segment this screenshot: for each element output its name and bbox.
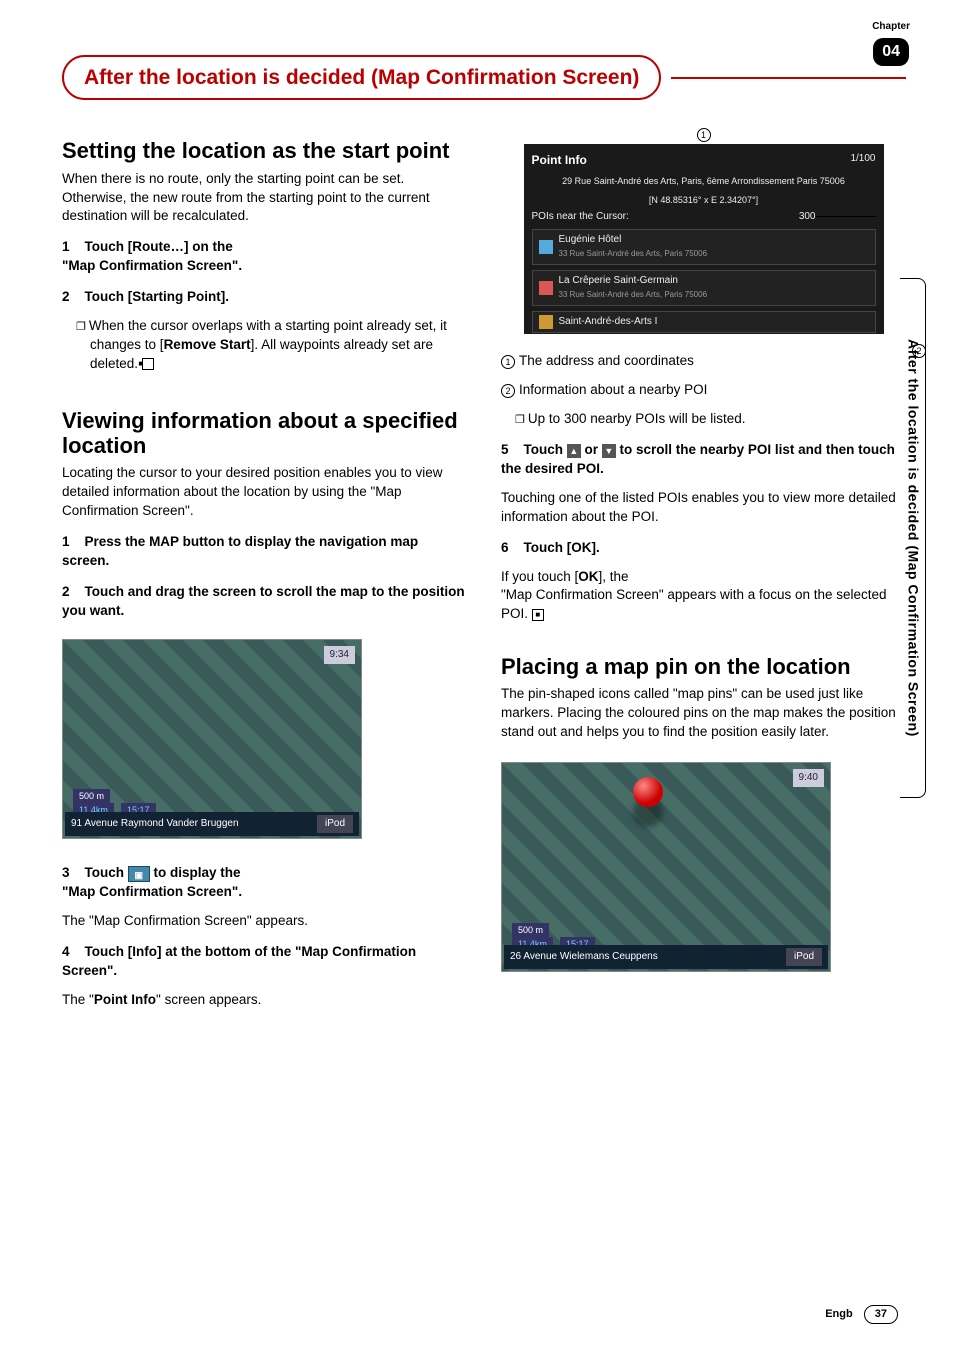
legend-2: 2Information about a nearby POI bbox=[501, 381, 906, 400]
ipod-button[interactable]: iPod bbox=[317, 815, 353, 833]
point-info-coords: [N 48.85316° x E 2.34207°] bbox=[532, 194, 876, 207]
step-5-scroll-poi: 5 Touch ▲ or ▼ to scroll the nearby POI … bbox=[501, 441, 906, 479]
start-point-intro: When there is no route, only the startin… bbox=[62, 170, 467, 227]
point-info-title: Point Info bbox=[532, 152, 587, 169]
poi-radius: 300 bbox=[799, 211, 816, 222]
heading-viewing-info: Viewing information about a specified lo… bbox=[62, 408, 467, 459]
poi-icon bbox=[539, 315, 553, 329]
scroll-down-icon[interactable]: ▼ bbox=[602, 444, 616, 458]
chapter-block: Chapter 04 bbox=[872, 20, 910, 66]
map2-address-bar: 26 Avenue Wielemans Ceuppens iPod bbox=[504, 945, 828, 969]
side-tab-text: After the location is decided (Map Confi… bbox=[903, 339, 923, 737]
heading-map-pin: Placing a map pin on the location bbox=[501, 654, 906, 679]
point-info-address: 29 Rue Saint-André des Arts, Paris, 6ème… bbox=[532, 175, 876, 188]
footer: Engb 37 bbox=[825, 1305, 898, 1324]
page-title-row: After the location is decided (Map Confi… bbox=[62, 55, 906, 100]
ipod-button-2[interactable]: iPod bbox=[786, 948, 822, 966]
step-1-route: 1 Touch [Route…] on the "Map Confirmatio… bbox=[62, 238, 467, 276]
map-address: 91 Avenue Raymond Vander Bruggen bbox=[71, 817, 239, 831]
map-clock: 9:34 bbox=[324, 646, 355, 664]
step-2-starting-point: 2 Touch [Starting Point]. bbox=[62, 288, 467, 307]
page-title: After the location is decided (Map Confi… bbox=[62, 55, 661, 100]
restaurant-icon bbox=[539, 281, 553, 295]
step-5-note: Touching one of the listed POIs enables … bbox=[501, 489, 906, 527]
map-scale: 500 m bbox=[73, 789, 110, 804]
step-3-result: The "Map Confirmation Screen" appears. bbox=[62, 912, 467, 931]
step-2-drag-map: 2 Touch and drag the screen to scroll th… bbox=[62, 583, 467, 621]
figure-point-info: 1 Point Info 1/100 29 Rue Saint-André de… bbox=[501, 144, 906, 334]
hotel-icon bbox=[539, 240, 553, 254]
step-6-touch-ok: 6 Touch [OK]. bbox=[501, 539, 906, 558]
left-column: Setting the location as the start point … bbox=[62, 130, 467, 1019]
figure-map-scroll: 9:34 500 m 11.4km 15:17 91 Avenue Raymon… bbox=[62, 639, 362, 839]
callout-1-icon: 1 bbox=[697, 128, 711, 142]
right-column: 1 Point Info 1/100 29 Rue Saint-André de… bbox=[501, 130, 906, 1019]
step-6-note: If you touch [OK], the "Map Confirmation… bbox=[501, 568, 906, 625]
step-4-result: The "Point Info" screen appears. bbox=[62, 991, 467, 1010]
viewing-info-intro: Locating the cursor to your desired posi… bbox=[62, 464, 467, 521]
map2-scale: 500 m bbox=[512, 923, 549, 938]
legend-note: Up to 300 nearby POIs will be listed. bbox=[529, 410, 906, 429]
footer-lang: Engb bbox=[825, 1308, 853, 1320]
poi-row-1[interactable]: Eugénie Hôtel33 Rue Saint-André des Arts… bbox=[532, 229, 876, 265]
step-2-note: When the cursor overlaps with a starting… bbox=[90, 317, 467, 374]
map2-address: 26 Avenue Wielemans Ceuppens bbox=[510, 950, 658, 964]
poi-row-3[interactable]: Saint-André-des-Arts I bbox=[532, 311, 876, 333]
scroll-up-icon[interactable]: ▲ bbox=[567, 444, 581, 458]
step-1-press-map: 1 Press the MAP button to display the na… bbox=[62, 533, 467, 571]
heading-start-point: Setting the location as the start point bbox=[62, 138, 467, 163]
poi-row-2[interactable]: La Crêperie Saint-Germain33 Rue Saint-An… bbox=[532, 270, 876, 306]
step-4-touch-info: 4 Touch [Info] at the bottom of the "Map… bbox=[62, 943, 467, 981]
map2-clock: 9:40 bbox=[793, 769, 824, 787]
page-number: 37 bbox=[864, 1305, 898, 1324]
legend-1: 1The address and coordinates bbox=[501, 352, 906, 371]
map-pin-icon bbox=[633, 777, 663, 807]
end-mark-icon: ■ bbox=[532, 609, 544, 621]
chapter-label: Chapter bbox=[872, 20, 910, 34]
point-info-count: 1/100 bbox=[850, 152, 875, 169]
step-3-touch-icon: 3 Touch ▣ to display the "Map Confirmati… bbox=[62, 864, 467, 902]
title-rule bbox=[671, 77, 906, 79]
map-address-bar: 91 Avenue Raymond Vander Bruggen iPod bbox=[65, 812, 359, 836]
end-mark-icon: ■ bbox=[142, 358, 154, 370]
poi-near-label: POIs near the Cursor: bbox=[532, 210, 629, 224]
map-confirm-icon[interactable]: ▣ bbox=[128, 866, 150, 882]
map-pin-intro: The pin-shaped icons called "map pins" c… bbox=[501, 685, 906, 742]
figure-map-pin: 9:40 500 m 11.4km 15:17 26 Avenue Wielem… bbox=[501, 762, 831, 972]
chapter-number: 04 bbox=[873, 38, 909, 66]
